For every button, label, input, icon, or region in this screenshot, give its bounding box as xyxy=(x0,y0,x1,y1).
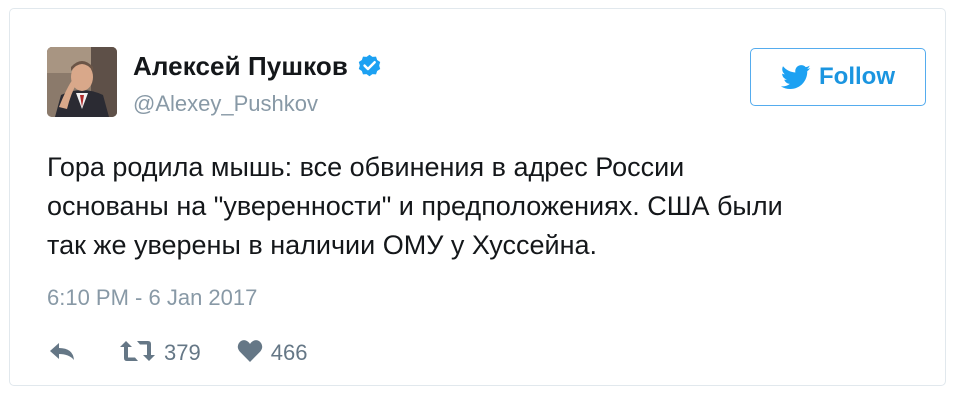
retweet-button[interactable]: 379 xyxy=(119,339,201,368)
retweet-icon xyxy=(119,339,156,368)
verified-badge-icon xyxy=(356,53,383,80)
follow-button[interactable]: Follow xyxy=(750,48,926,106)
author-display-name[interactable]: Алексей Пушков xyxy=(133,51,348,82)
reply-button[interactable] xyxy=(47,340,77,367)
tweet-actions: 379 466 xyxy=(47,337,307,369)
author-name-row: Алексей Пушков xyxy=(133,50,383,82)
like-count: 466 xyxy=(270,340,308,365)
tweet-timestamp[interactable]: 6:10 PM - 6 Jan 2017 xyxy=(47,285,257,311)
follow-button-label: Follow xyxy=(819,63,895,90)
twitter-bird-icon xyxy=(780,64,811,90)
avatar[interactable] xyxy=(47,47,117,117)
heart-icon xyxy=(237,339,263,368)
author-handle[interactable]: @Alexey_Pushkov xyxy=(133,91,318,117)
retweet-count: 379 xyxy=(164,340,201,365)
like-button[interactable]: 466 xyxy=(237,339,308,368)
reply-icon xyxy=(47,340,77,367)
tweet-text: Гора родила мышь: все обвинения в адрес … xyxy=(47,152,783,260)
